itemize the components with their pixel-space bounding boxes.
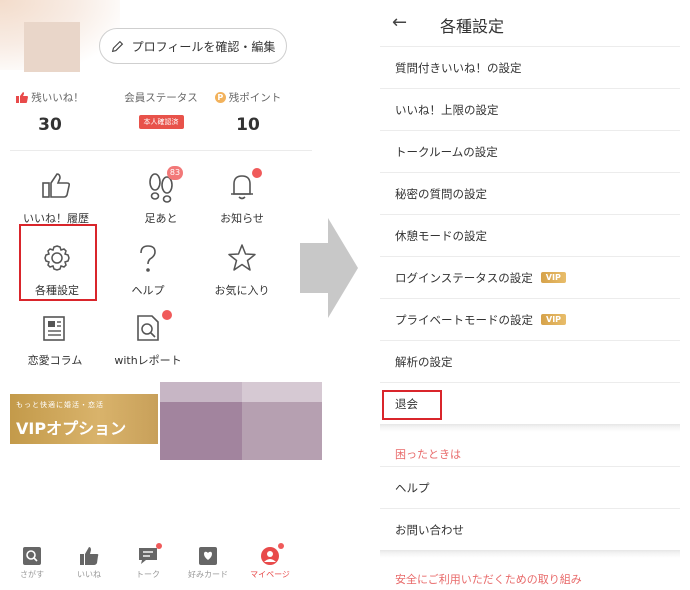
settings-item-contact[interactable]: お問い合わせ: [380, 508, 680, 550]
vip-promo-title: VIPオプション: [16, 419, 127, 438]
notification-dot: [278, 543, 284, 549]
stat-value: 10: [236, 115, 260, 135]
menu-item-label: ヘルプ: [131, 284, 165, 297]
profile-edit-button[interactable]: プロフィールを確認・編集: [99, 28, 287, 64]
pencil-icon: [111, 40, 123, 52]
settings-item-label: ヘルプ: [395, 480, 430, 495]
footprints-count-badge: 83: [167, 166, 183, 180]
withdraw-highlight-frame: [382, 390, 442, 420]
settings-item-secret-question[interactable]: 秘密の質問の設定: [380, 172, 680, 214]
profile-edit-label: プロフィールを確認・編集: [131, 39, 276, 54]
settings-highlight-frame: [19, 224, 97, 301]
settings-item-private-mode[interactable]: プライベートモードの設定 VIP: [380, 298, 680, 340]
newspaper-icon: [43, 316, 65, 341]
thumbs-up-icon: [80, 547, 99, 565]
blurred-area: [242, 402, 322, 460]
tab-label: マイページ: [250, 570, 290, 579]
tab-mypage[interactable]: マイページ: [240, 543, 300, 580]
stat-label: 会員ステータス: [124, 92, 198, 104]
settings-item-label: 休憩モードの設定: [395, 228, 487, 243]
chat-icon: [139, 548, 157, 564]
notification-dot: [252, 168, 262, 178]
bottom-tab-bar: さがす いいね トーク 好みカード マイページ: [0, 540, 322, 590]
notification-dot: [156, 543, 162, 549]
settings-item-label: ログインステータスの設定: [395, 270, 533, 285]
question-heart-icon: [140, 245, 156, 272]
settings-screen: ← 各種設定 質問付きいいね！の設定 いいね！上限の設定 トークルームの設定 秘…: [380, 0, 690, 590]
settings-item-question-like[interactable]: 質問付きいいね！の設定: [380, 46, 680, 88]
page-title: 各種設定: [440, 17, 505, 36]
tab-label: さがす: [20, 570, 44, 579]
mypage-screen: プロフィールを確認・編集 残いいね！ 30 会員ステータス 本人確認済 P 残ポ…: [0, 0, 322, 590]
divider: [10, 150, 312, 151]
safety-initiatives-link[interactable]: 安全にご利用いただくための取り組み: [395, 571, 582, 587]
settings-item-label: トークルームの設定: [395, 144, 498, 159]
stat-likes-remaining: 残いいね！ 30: [0, 90, 100, 135]
settings-item-label: 秘密の質問の設定: [395, 186, 487, 201]
notification-dot: [162, 310, 172, 320]
stat-label: 残いいね！: [31, 92, 84, 104]
menu-item-label: withレポート: [114, 354, 182, 367]
tab-label: いいね: [77, 570, 101, 579]
settings-item-label: 質問付きいいね！の設定: [395, 60, 522, 75]
blurred-area: [160, 402, 242, 460]
status-badge: 本人確認済: [138, 115, 184, 129]
settings-item-label: 解析の設定: [395, 354, 453, 369]
tab-preference-cards[interactable]: 好みカード: [178, 546, 238, 580]
vip-badge: VIP: [541, 314, 567, 325]
vip-promo-subtitle: もっと快適に婚活・恋活: [16, 401, 104, 409]
menu-item-love-column[interactable]: 恋愛コラム: [7, 310, 103, 380]
section-label-troubleshooting: 困ったときは: [395, 448, 461, 461]
settings-header: ← 各種設定: [380, 0, 680, 46]
tab-likes[interactable]: いいね: [59, 546, 119, 580]
report-icon: [137, 315, 159, 341]
settings-item-login-status[interactable]: ログインステータスの設定 VIP: [380, 256, 680, 298]
menu-item-help[interactable]: ヘルプ: [100, 240, 196, 310]
stats-row: 残いいね！ 30 会員ステータス 本人確認済 P 残ポイント 10: [0, 90, 322, 140]
section-divider: [380, 550, 680, 558]
settings-item-label: いいね！上限の設定: [395, 102, 499, 117]
vip-option-banner[interactable]: もっと快適に婚活・恋活 VIPオプション: [10, 382, 322, 460]
tab-talk[interactable]: トーク: [118, 543, 178, 580]
tab-label: トーク: [136, 570, 160, 579]
settings-item-label: プライベートモードの設定: [395, 312, 533, 327]
mypage-icon: [261, 547, 279, 565]
card-icon: [199, 547, 217, 565]
point-icon: P: [214, 92, 226, 103]
blurred-area: [242, 382, 322, 402]
back-arrow-icon[interactable]: ←: [392, 12, 407, 33]
menu-item-favorites[interactable]: お気に入り: [194, 240, 290, 310]
thumbs-up-icon: [42, 173, 71, 198]
menu-item-label: お気に入り: [214, 284, 270, 297]
vip-promo[interactable]: もっと快適に婚活・恋活 VIPオプション: [10, 394, 158, 444]
stat-member-status: 会員ステータス 本人確認済: [111, 90, 211, 129]
settings-item-break-mode[interactable]: 休憩モードの設定: [380, 214, 680, 256]
menu-item-label: お知らせ: [220, 212, 264, 225]
settings-item-talk-room[interactable]: トークルームの設定: [380, 130, 680, 172]
blurred-area: [160, 382, 242, 402]
avatar[interactable]: [24, 22, 80, 72]
search-icon: [23, 547, 41, 565]
thumbs-up-icon: [16, 92, 29, 103]
stat-value: 30: [38, 115, 62, 135]
menu-item-with-report[interactable]: withレポート: [100, 310, 196, 380]
tab-search[interactable]: さがす: [2, 546, 62, 580]
settings-item-like-limit[interactable]: いいね！上限の設定: [380, 88, 680, 130]
settings-item-help[interactable]: ヘルプ: [380, 466, 680, 508]
settings-item-analytics[interactable]: 解析の設定: [380, 340, 680, 382]
stat-label: 残ポイント: [228, 92, 282, 104]
settings-item-label: お問い合わせ: [395, 522, 464, 537]
tab-label: 好みカード: [188, 570, 228, 579]
stat-points-remaining: P 残ポイント 10: [198, 90, 298, 135]
star-icon: [228, 244, 256, 271]
menu-item-notifications[interactable]: お知らせ: [194, 168, 290, 238]
vip-badge: VIP: [540, 272, 566, 283]
transition-arrow-icon: [300, 218, 358, 318]
menu-item-label: 恋愛コラム: [27, 354, 83, 367]
section-divider: [380, 424, 680, 432]
